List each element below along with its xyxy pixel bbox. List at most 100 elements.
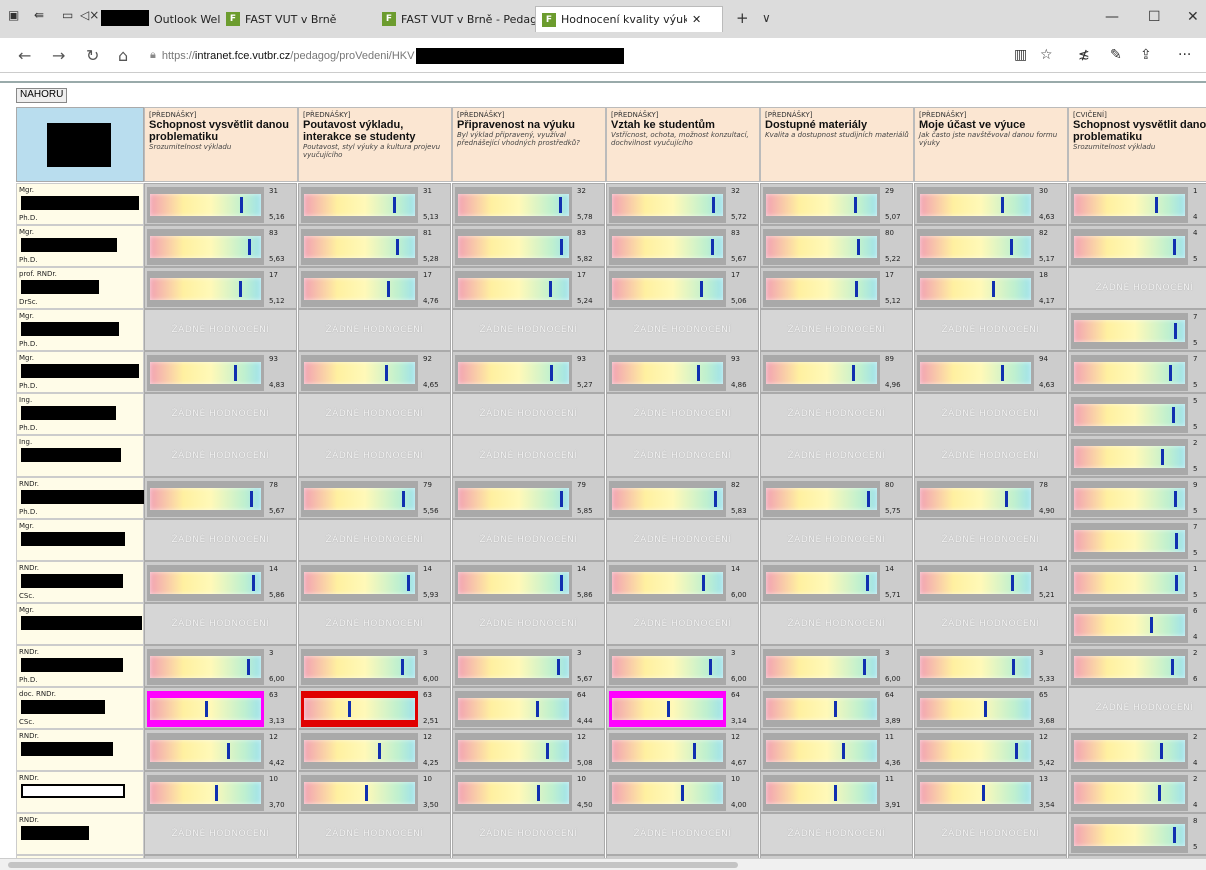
home-icon[interactable]: ⌂ xyxy=(118,46,128,65)
rating-cell[interactable]: ŽÁDNÉ HODNOCENÍ xyxy=(914,603,1067,645)
close-window-icon[interactable]: ✕ xyxy=(1187,9,1199,25)
rating-cell[interactable]: 78 5,67 xyxy=(144,477,297,519)
rating-cell[interactable]: 3 5,67 xyxy=(452,645,605,687)
rating-cell[interactable]: 24 xyxy=(1068,771,1206,813)
rating-cell[interactable]: 17 5,24 xyxy=(452,267,605,309)
rating-cell[interactable]: ŽÁDNÉ HODNOCENÍ xyxy=(1068,687,1206,729)
rating-cell[interactable]: 80 5,75 xyxy=(760,477,913,519)
rating-cell[interactable]: 12 4,42 xyxy=(144,729,297,771)
rating-cell[interactable]: 17 5,06 xyxy=(606,267,759,309)
rating-cell[interactable]: 31 5,13 xyxy=(298,183,451,225)
rating-cell[interactable]: ŽÁDNÉ HODNOCENÍ xyxy=(298,603,451,645)
rating-cell[interactable]: 32 5,78 xyxy=(452,183,605,225)
rating-cell[interactable]: 82 5,17 xyxy=(914,225,1067,267)
teacher-name-cell[interactable]: RNDr. xyxy=(16,813,144,855)
rating-cell[interactable]: ŽÁDNÉ HODNOCENÍ xyxy=(606,393,759,435)
rating-cell[interactable]: ŽÁDNÉ HODNOCENÍ xyxy=(144,603,297,645)
rating-cell[interactable]: 64 3,14 xyxy=(606,687,759,729)
rating-cell[interactable]: 89 4,96 xyxy=(760,351,913,393)
rating-cell[interactable]: 65 3,68 xyxy=(914,687,1067,729)
forward-icon[interactable]: → xyxy=(52,46,65,65)
rating-cell[interactable]: 32 5,72 xyxy=(606,183,759,225)
teacher-name-cell[interactable]: RNDr. CSc. xyxy=(16,561,144,603)
tab-fast-pedagog[interactable]: F FAST VUT v Brně - Pedagog xyxy=(382,6,551,32)
rating-cell[interactable]: 18 4,17 xyxy=(914,267,1067,309)
rating-cell[interactable]: 83 5,63 xyxy=(144,225,297,267)
rating-cell[interactable]: ŽÁDNÉ HODNOCENÍ xyxy=(760,393,913,435)
rating-cell[interactable]: 14 5,71 xyxy=(760,561,913,603)
rating-cell[interactable]: 14 5,21 xyxy=(914,561,1067,603)
rating-cell[interactable]: 10 3,70 xyxy=(144,771,297,813)
horizontal-scrollbar[interactable] xyxy=(0,858,1206,870)
tab-hodnoceni[interactable]: F Hodnocení kvality výuky ✕ xyxy=(535,6,723,32)
rating-cell[interactable]: 3 6,00 xyxy=(606,645,759,687)
rating-cell[interactable]: 12 5,42 xyxy=(914,729,1067,771)
rating-cell[interactable]: 64 xyxy=(1068,603,1206,645)
rating-cell[interactable]: ŽÁDNÉ HODNOCENÍ xyxy=(760,435,913,477)
rating-cell[interactable]: 95 xyxy=(1068,477,1206,519)
new-tab-icon[interactable]: + xyxy=(736,9,749,27)
rating-cell[interactable]: 11 3,91 xyxy=(760,771,913,813)
rating-cell[interactable]: ŽÁDNÉ HODNOCENÍ xyxy=(452,393,605,435)
rating-cell[interactable]: 29 5,07 xyxy=(760,183,913,225)
rating-cell[interactable]: 17 5,12 xyxy=(760,267,913,309)
rating-cell[interactable]: ŽÁDNÉ HODNOCENÍ xyxy=(144,309,297,351)
minimize-icon[interactable]: — xyxy=(1105,9,1119,25)
rating-cell[interactable]: 12 4,67 xyxy=(606,729,759,771)
rating-cell[interactable]: 79 5,56 xyxy=(298,477,451,519)
teacher-name-cell[interactable]: RNDr. xyxy=(16,771,144,813)
rating-cell[interactable]: 3 6,00 xyxy=(144,645,297,687)
rating-cell[interactable]: 14 5,86 xyxy=(452,561,605,603)
rating-cell[interactable]: ŽÁDNÉ HODNOCENÍ xyxy=(914,435,1067,477)
rating-cell[interactable]: 83 5,82 xyxy=(452,225,605,267)
rating-cell[interactable]: 80 5,22 xyxy=(760,225,913,267)
rating-cell[interactable]: ŽÁDNÉ HODNOCENÍ xyxy=(452,519,605,561)
rating-cell[interactable]: 75 xyxy=(1068,309,1206,351)
rating-cell[interactable]: 82 5,83 xyxy=(606,477,759,519)
rating-cell[interactable]: ŽÁDNÉ HODNOCENÍ xyxy=(606,813,759,855)
rating-cell[interactable]: 10 4,50 xyxy=(452,771,605,813)
rating-cell[interactable]: 14 6,00 xyxy=(606,561,759,603)
rating-cell[interactable]: ŽÁDNÉ HODNOCENÍ xyxy=(452,435,605,477)
rating-cell[interactable]: 26 xyxy=(1068,645,1206,687)
rating-cell[interactable]: 30 4,63 xyxy=(914,183,1067,225)
teacher-name-cell[interactable]: Mgr. Ph.D. xyxy=(16,309,144,351)
rating-cell[interactable]: 81 5,28 xyxy=(298,225,451,267)
teacher-name-cell[interactable]: RNDr. Ph.D. xyxy=(16,477,145,519)
back-icon[interactable]: ← xyxy=(18,46,31,65)
rating-cell[interactable]: 14 5,93 xyxy=(298,561,451,603)
chevron-down-icon[interactable]: ∨ xyxy=(762,11,771,25)
rating-cell[interactable]: 93 5,27 xyxy=(452,351,605,393)
teacher-name-cell[interactable]: prof. RNDr. DrSc. xyxy=(16,267,144,309)
rating-cell[interactable]: 3 6,00 xyxy=(760,645,913,687)
close-tab-icon[interactable]: ✕ xyxy=(692,13,701,26)
pen-icon[interactable]: ✎ xyxy=(1110,47,1122,63)
rating-cell[interactable]: 64 4,44 xyxy=(452,687,605,729)
rating-cell[interactable]: 45 xyxy=(1068,225,1206,267)
maximize-icon[interactable]: ☐ xyxy=(1148,9,1161,25)
rating-cell[interactable]: 55 xyxy=(1068,393,1206,435)
nahoru-button[interactable]: NAHORU xyxy=(16,88,68,103)
rating-cell[interactable]: ŽÁDNÉ HODNOCENÍ xyxy=(452,813,605,855)
more-icon[interactable]: ··· xyxy=(1178,47,1191,63)
rating-cell[interactable]: 14 5,86 xyxy=(144,561,297,603)
reading-view-icon[interactable]: ▥ xyxy=(1014,47,1027,63)
rating-cell[interactable]: 17 4,76 xyxy=(298,267,451,309)
rating-cell[interactable]: 24 xyxy=(1068,729,1206,771)
rating-cell[interactable]: ŽÁDNÉ HODNOCENÍ xyxy=(144,393,297,435)
rating-cell[interactable]: ŽÁDNÉ HODNOCENÍ xyxy=(914,309,1067,351)
rating-cell[interactable]: 25 xyxy=(1068,435,1206,477)
rating-cell[interactable]: 63 2,51 xyxy=(298,687,451,729)
rating-cell[interactable]: 94 4,63 xyxy=(914,351,1067,393)
rating-cell[interactable]: 10 4,00 xyxy=(606,771,759,813)
rating-cell[interactable]: 12 4,25 xyxy=(298,729,451,771)
teacher-name-cell[interactable]: Mgr. xyxy=(16,603,144,645)
rating-cell[interactable]: ŽÁDNÉ HODNOCENÍ xyxy=(760,603,913,645)
rating-cell[interactable]: 75 xyxy=(1068,519,1206,561)
rating-cell[interactable]: ŽÁDNÉ HODNOCENÍ xyxy=(760,519,913,561)
teacher-name-cell[interactable]: Mgr. Ph.D. xyxy=(16,225,144,267)
teacher-name-cell[interactable]: RNDr. xyxy=(16,729,144,771)
rating-cell[interactable]: ŽÁDNÉ HODNOCENÍ xyxy=(452,603,605,645)
rating-cell[interactable]: ŽÁDNÉ HODNOCENÍ xyxy=(606,519,759,561)
teacher-name-cell[interactable]: Ing. Ph.D. xyxy=(16,393,144,435)
